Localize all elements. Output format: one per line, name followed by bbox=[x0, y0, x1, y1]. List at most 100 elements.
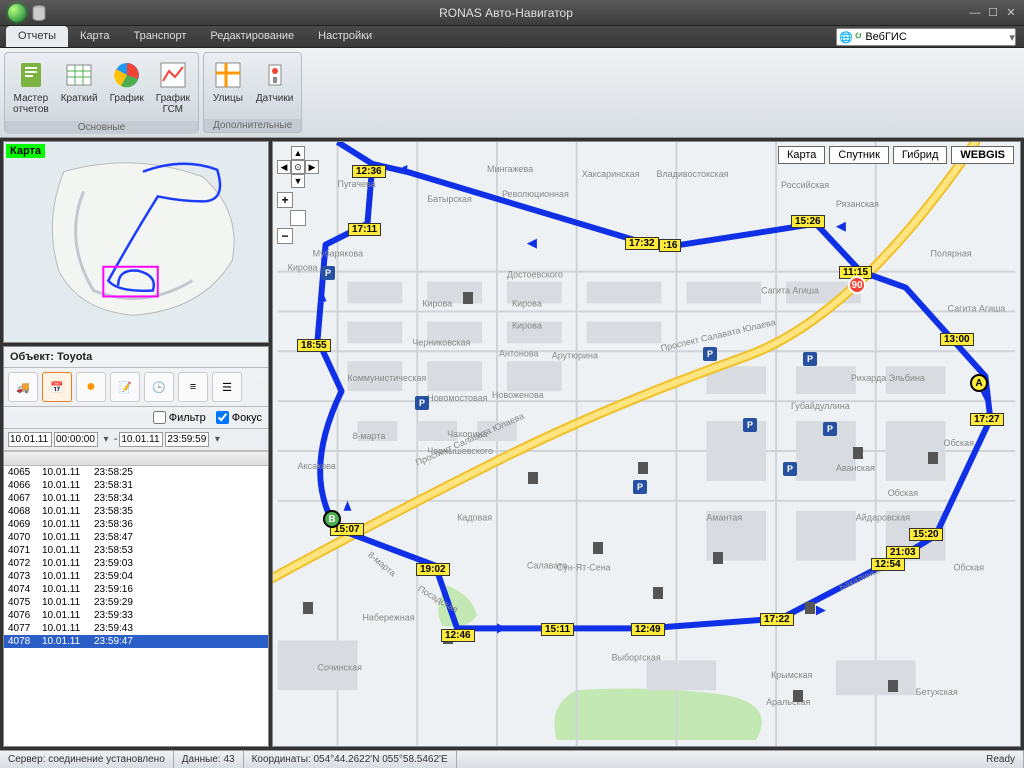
map-view[interactable]: КироваБатырскаяМингажеваРеволюционнаяХак… bbox=[272, 141, 1021, 747]
ribbon-group-title: Дополнительные bbox=[204, 119, 301, 132]
zoom-out[interactable]: − bbox=[277, 228, 293, 244]
filter-checkbox[interactable]: Фильтр bbox=[153, 411, 206, 424]
time-tag: 15:26 bbox=[791, 215, 825, 228]
obj-btn-notes[interactable]: 📝 bbox=[110, 372, 140, 402]
zoom-in[interactable]: + bbox=[277, 192, 293, 208]
svg-text:Аванская: Аванская bbox=[836, 463, 875, 473]
maximize-button[interactable]: ☐ bbox=[984, 6, 1002, 19]
time-tag: 15:11 bbox=[541, 623, 574, 636]
svg-text:Обская: Обская bbox=[888, 488, 919, 498]
time-tag: 19:02 bbox=[416, 563, 450, 576]
fuel-icon bbox=[653, 587, 663, 599]
pan-west[interactable]: ◀ bbox=[277, 160, 291, 174]
address-dropdown[interactable]: ▾ bbox=[1009, 31, 1015, 44]
menu-tab-0[interactable]: Отчеты bbox=[6, 26, 68, 47]
table-row[interactable]: 406710.01.1123:58:34 bbox=[4, 492, 268, 505]
obj-btn-calendar[interactable]: 📅 bbox=[42, 372, 72, 402]
to-dropdown[interactable]: ▾ bbox=[211, 434, 223, 445]
svg-text:Рязанская: Рязанская bbox=[836, 199, 879, 209]
time-tag: 18:55 bbox=[297, 339, 331, 352]
obj-btn-alert[interactable]: ● bbox=[76, 372, 106, 402]
table-row[interactable]: 407810.01.1123:59:47 bbox=[4, 635, 268, 648]
table-row[interactable]: 407610.01.1123:59:33 bbox=[4, 609, 268, 622]
svg-text:Аральская: Аральская bbox=[766, 697, 810, 707]
ribbon-group-title: Основные bbox=[5, 121, 198, 134]
ribbon-brief[interactable]: Краткий bbox=[55, 55, 104, 119]
zoom-control: + − bbox=[277, 192, 319, 244]
table-row[interactable]: 407210.01.1123:59:03 bbox=[4, 557, 268, 570]
refresh-icon[interactable] bbox=[855, 30, 862, 44]
layer-btn-2[interactable]: Гибрид bbox=[893, 146, 947, 164]
parking-icon: P bbox=[415, 396, 429, 410]
ribbon-sensors[interactable]: Датчики bbox=[250, 55, 299, 117]
obj-btn-vehicle[interactable]: 🚚 bbox=[8, 372, 38, 402]
svg-text:Губайдуллина: Губайдуллина bbox=[791, 401, 850, 411]
table-row[interactable]: 407410.01.1123:59:16 bbox=[4, 583, 268, 596]
table-row[interactable]: 406810.01.1123:58:35 bbox=[4, 505, 268, 518]
ribbon-report[interactable]: Мастеротчетов bbox=[7, 55, 55, 119]
fuel-icon bbox=[593, 542, 603, 554]
address-box[interactable]: 🌐 ▾ bbox=[836, 28, 1016, 46]
marker-A: A bbox=[970, 374, 988, 392]
brief-icon bbox=[63, 59, 95, 91]
table-row[interactable]: 407010.01.1123:58:47 bbox=[4, 531, 268, 544]
date-from[interactable] bbox=[8, 432, 52, 447]
date-to[interactable] bbox=[119, 432, 163, 447]
time-tag: 15:20 bbox=[909, 528, 943, 541]
object-panel: Объект: Toyota 🚚 📅 ● 📝 🕒 ≡ ☰ Фильтр Фоку… bbox=[3, 346, 269, 747]
pan-center[interactable]: ⊙ bbox=[291, 160, 305, 174]
parking-icon: P bbox=[803, 352, 817, 366]
table-row[interactable]: 406910.01.1123:58:36 bbox=[4, 518, 268, 531]
svg-text:Айдаровская: Айдаровская bbox=[856, 513, 910, 523]
focus-checkbox[interactable]: Фокус bbox=[216, 411, 262, 424]
ribbon-pie[interactable]: График bbox=[104, 55, 150, 119]
table-row[interactable]: 406510.01.1123:58:25 bbox=[4, 466, 268, 479]
layer-btn-0[interactable]: Карта bbox=[778, 146, 825, 164]
svg-text:Мубарякова: Мубарякова bbox=[313, 249, 363, 259]
ribbon-streets[interactable]: Улицы bbox=[206, 55, 250, 117]
table-row[interactable]: 407110.01.1123:58:53 bbox=[4, 544, 268, 557]
time-to[interactable] bbox=[165, 432, 209, 447]
table-row[interactable]: 407710.01.1123:59:43 bbox=[4, 622, 268, 635]
svg-text:Кадовая: Кадовая bbox=[457, 513, 492, 523]
svg-text:Чернышевского: Чернышевского bbox=[427, 446, 493, 456]
svg-text:Выборгская: Выборгская bbox=[612, 652, 661, 662]
close-button[interactable]: ✕ bbox=[1002, 6, 1020, 19]
pan-south[interactable]: ▼ bbox=[291, 174, 305, 188]
svg-text:Антонова: Антонова bbox=[499, 348, 539, 358]
object-toolbar: 🚚 📅 ● 📝 🕒 ≡ ☰ bbox=[4, 368, 268, 407]
fuel-icon bbox=[888, 680, 898, 692]
menu-tab-1[interactable]: Карта bbox=[68, 26, 121, 47]
ribbon-chart[interactable]: ГрафикГСМ bbox=[150, 55, 196, 119]
table-row[interactable]: 407310.01.1123:59:04 bbox=[4, 570, 268, 583]
status-ready: Ready bbox=[978, 751, 1024, 768]
pan-north[interactable]: ▲ bbox=[291, 146, 305, 160]
app-orb-icon bbox=[8, 4, 26, 22]
grid-header bbox=[4, 452, 268, 466]
layer-btn-3[interactable]: WEBGIS bbox=[951, 146, 1014, 164]
obj-btn-list[interactable]: ≡ bbox=[178, 372, 208, 402]
table-row[interactable]: 407510.01.1123:59:29 bbox=[4, 596, 268, 609]
svg-text:Кирова: Кирова bbox=[422, 298, 452, 308]
menu-tab-2[interactable]: Транспорт bbox=[121, 26, 198, 47]
table-row[interactable]: 406610.01.1123:58:31 bbox=[4, 479, 268, 492]
svg-text:Аксакова: Аксакова bbox=[298, 461, 336, 471]
minimap[interactable]: Карта bbox=[3, 141, 269, 343]
minimap-label: Карта bbox=[6, 144, 45, 158]
svg-text:Обская: Обская bbox=[953, 563, 984, 573]
address-input[interactable] bbox=[863, 31, 1009, 43]
menu-tab-3[interactable]: Редактирование bbox=[198, 26, 306, 47]
minimize-button[interactable]: — bbox=[966, 7, 984, 19]
obj-btn-clock[interactable]: 🕒 bbox=[144, 372, 174, 402]
layer-btn-1[interactable]: Спутник bbox=[829, 146, 888, 164]
obj-btn-misc[interactable]: ☰ bbox=[212, 372, 242, 402]
zoom-track[interactable] bbox=[290, 210, 306, 226]
time-from[interactable] bbox=[54, 432, 98, 447]
menu-tab-4[interactable]: Настройки bbox=[306, 26, 384, 47]
pan-east[interactable]: ▶ bbox=[305, 160, 319, 174]
svg-text:Чахорина: Чахорина bbox=[447, 429, 487, 439]
parking-icon: P bbox=[321, 266, 335, 280]
data-grid[interactable]: 406510.01.1123:58:25406610.01.1123:58:31… bbox=[4, 451, 268, 746]
from-dropdown[interactable]: ▾ bbox=[100, 434, 112, 445]
pie-icon bbox=[111, 59, 143, 91]
